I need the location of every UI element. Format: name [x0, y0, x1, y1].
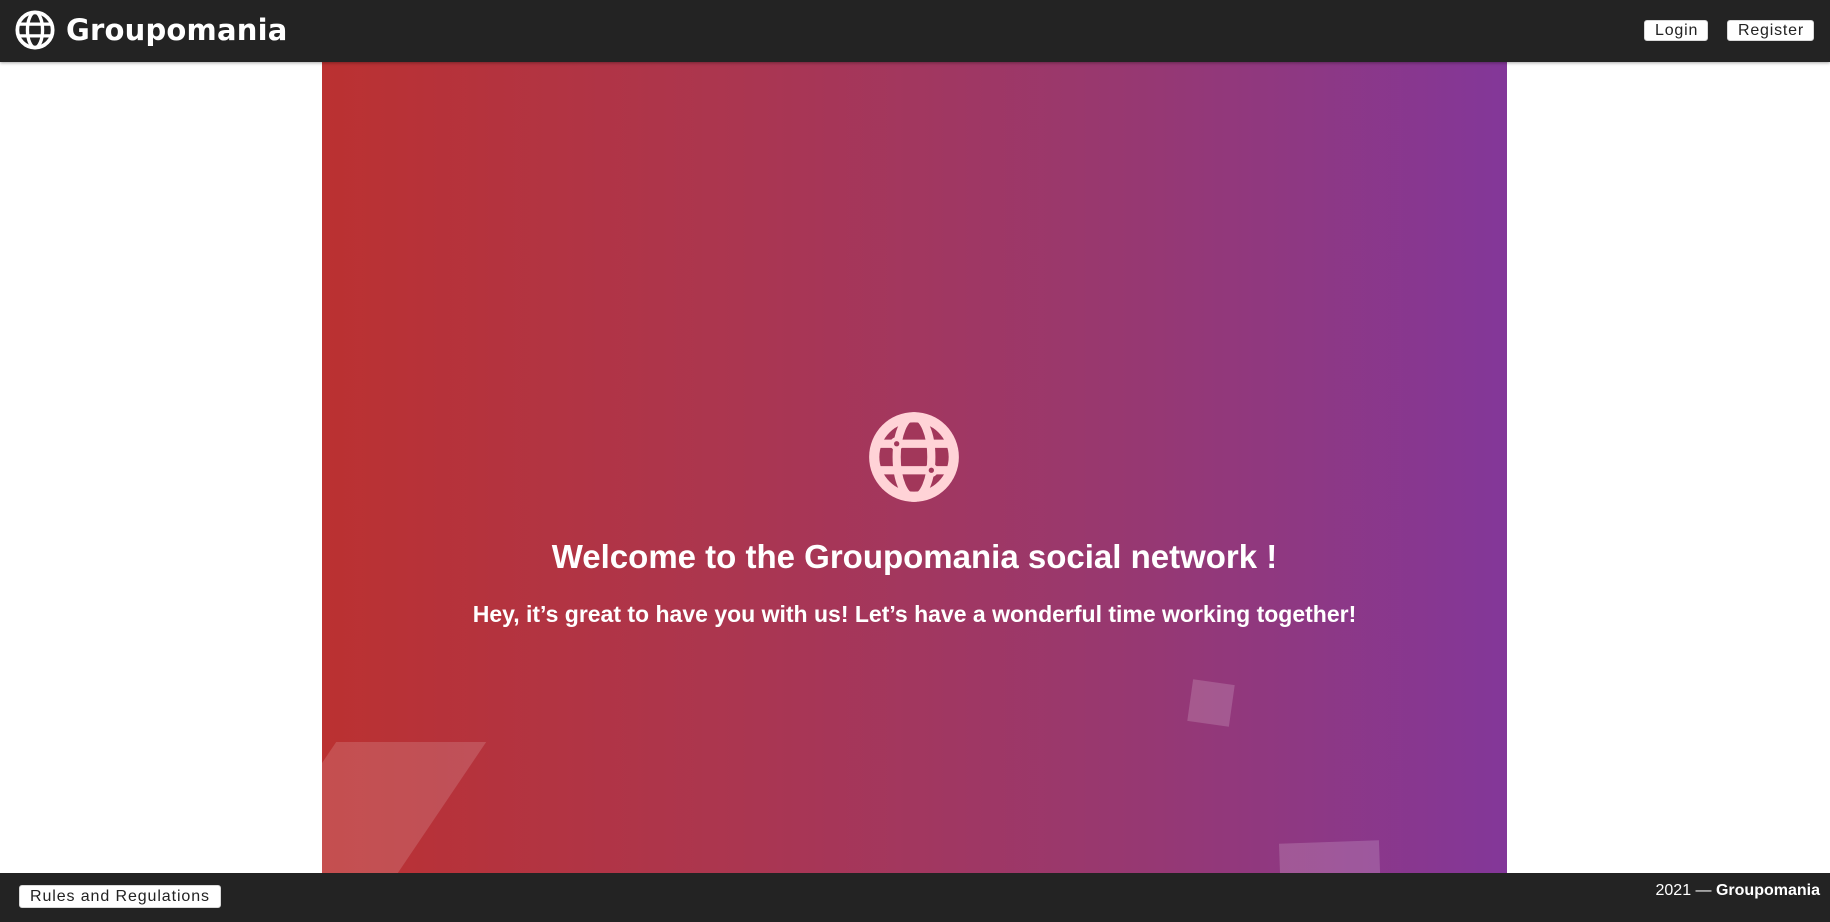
welcome-subtitle: Hey, it’s great to have you with us! Let… — [472, 601, 1357, 627]
welcome-hero: Welcome to the Groupomania social networ… — [322, 62, 1507, 873]
rules-and-regulations-button[interactable]: Rules and Regulations — [19, 885, 221, 908]
brand-link[interactable]: Groupomania — [14, 8, 288, 52]
footer: Rules and Regulations 2021 — Groupomania — [0, 873, 1830, 922]
globe-icon — [869, 412, 959, 502]
top-navbar: Groupomania Login Register — [0, 0, 1830, 62]
decorative-shape — [1278, 840, 1382, 873]
brand-name: Groupomania — [66, 13, 288, 47]
welcome-title: Welcome to the Groupomania social networ… — [551, 538, 1278, 575]
decorative-shape — [322, 742, 487, 873]
copyright-year: 2021 — — [1655, 882, 1716, 899]
decorative-shape — [1187, 679, 1235, 727]
login-button[interactable]: Login — [1644, 20, 1708, 41]
register-button[interactable]: Register — [1727, 20, 1814, 41]
page: Groupomania Login Register Welcome to th… — [0, 0, 1830, 922]
copyright: 2021 — Groupomania — [1656, 882, 1821, 900]
copyright-brand: Groupomania — [1715, 882, 1820, 899]
globe-icon — [15, 10, 55, 50]
auth-buttons: Login Register — [1644, 20, 1814, 41]
